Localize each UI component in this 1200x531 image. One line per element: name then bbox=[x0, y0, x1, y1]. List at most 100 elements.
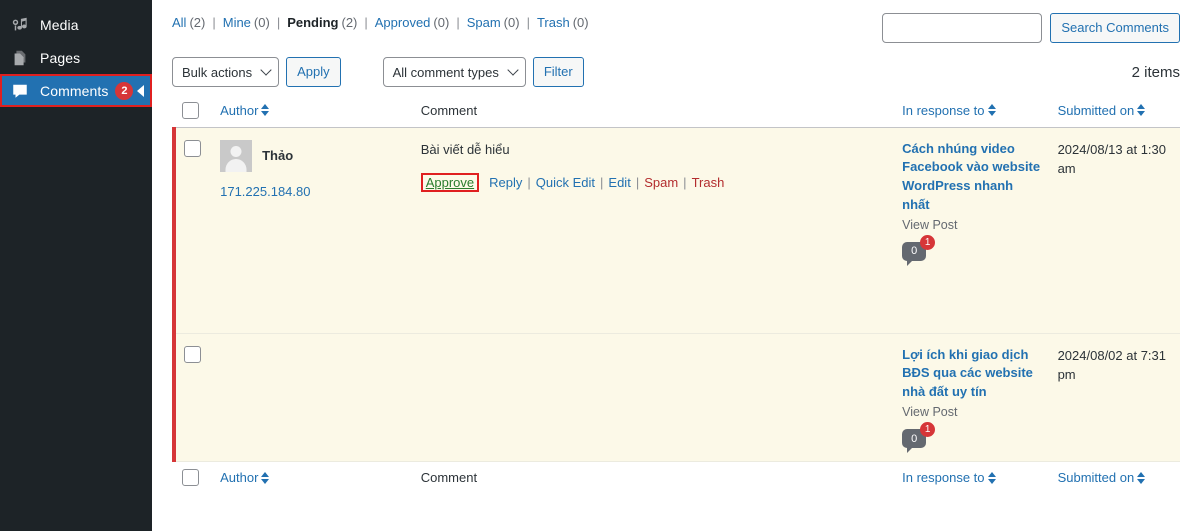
column-label-date: Submitted on bbox=[1057, 470, 1135, 486]
filter-link-trash[interactable]: Trash (0) bbox=[537, 13, 589, 33]
column-footer-date[interactable]: Submitted on bbox=[1049, 460, 1180, 494]
filter-link-all[interactable]: All (2) | bbox=[172, 13, 223, 33]
post-title-link[interactable]: Lợi ích khi giao dịch BĐS qua các websit… bbox=[902, 346, 1041, 403]
status-filter-links: All (2) | Mine (0) | Pending (2) | Appro… bbox=[172, 13, 589, 33]
spam-link[interactable]: Spam bbox=[644, 175, 678, 190]
table-row: Thảo 171.225.184.80 Bài viết dễ hiểu App… bbox=[171, 127, 1180, 334]
avatar bbox=[220, 139, 253, 172]
sidebar-item-comments[interactable]: Comments 2 bbox=[0, 74, 152, 107]
row-select-cell bbox=[171, 127, 213, 334]
sort-indicator-icon bbox=[1137, 471, 1146, 484]
filter-separator: | bbox=[364, 15, 368, 30]
chevron-down-icon bbox=[507, 64, 519, 76]
media-icon bbox=[9, 15, 31, 35]
sort-author-footer[interactable]: Author bbox=[220, 470, 270, 485]
comment-types-label: All comment types bbox=[392, 64, 499, 80]
tablenav-actions: Bulk actions Apply All comment types Fil… bbox=[172, 57, 584, 87]
table-body: Thảo 171.225.184.80 Bài viết dễ hiểu App… bbox=[171, 127, 1180, 462]
filter-separator: | bbox=[526, 15, 530, 30]
collapse-arrow-icon[interactable] bbox=[137, 84, 144, 97]
column-footer-author[interactable]: Author bbox=[212, 460, 413, 494]
sort-date-footer[interactable]: Submitted on bbox=[1058, 470, 1146, 485]
quick-edit-link[interactable]: Quick Edit bbox=[536, 175, 595, 190]
filter-link-trash-label[interactable]: Trash bbox=[537, 13, 570, 33]
column-header-response[interactable]: In response to bbox=[894, 94, 1050, 128]
select-all-checkbox[interactable] bbox=[182, 101, 199, 119]
filter-button[interactable]: Filter bbox=[532, 57, 584, 87]
select-all-checkbox-footer[interactable] bbox=[182, 469, 199, 487]
submitted-date: 2024/08/13 at 1:30 am bbox=[1057, 141, 1167, 177]
pending-count-badge: 1 bbox=[920, 234, 936, 250]
reply-link[interactable]: Reply bbox=[489, 175, 522, 190]
pages-icon bbox=[9, 48, 31, 68]
apply-button[interactable]: Apply bbox=[286, 57, 341, 87]
sort-author[interactable]: Author bbox=[220, 102, 270, 118]
comments-table: Author Comment In response to Submitted … bbox=[171, 94, 1180, 494]
sidebar-item-label: Pages bbox=[40, 49, 81, 66]
select-all-header bbox=[174, 94, 213, 128]
column-header-author[interactable]: Author bbox=[212, 94, 413, 128]
sidebar-item-label: Comments bbox=[40, 82, 109, 99]
filter-count-pending: (2) bbox=[341, 15, 358, 30]
filter-link-spam-label[interactable]: Spam bbox=[467, 13, 501, 33]
pending-count-badge: 1 bbox=[920, 422, 936, 438]
comment-text: Bài viết dễ hiểu bbox=[420, 141, 510, 157]
action-separator: | bbox=[527, 175, 531, 190]
filter-count-trash: (0) bbox=[572, 15, 589, 30]
column-label-date: Submitted on bbox=[1057, 102, 1135, 118]
post-comment-count[interactable]: 0 1 bbox=[902, 422, 936, 454]
column-label-author: Author bbox=[220, 102, 259, 118]
row-date-cell: 2024/08/13 at 1:30 am bbox=[1049, 127, 1180, 334]
post-comment-count[interactable]: 0 1 bbox=[902, 234, 936, 266]
filter-link-approved[interactable]: Approved (0) | bbox=[375, 13, 467, 33]
view-post-link[interactable]: View Post bbox=[902, 218, 1041, 232]
trash-link[interactable]: Trash bbox=[692, 175, 725, 190]
filter-count-spam: (0) bbox=[503, 15, 520, 30]
approve-link[interactable]: Approve bbox=[420, 173, 480, 192]
filter-link-mine-label[interactable]: Mine bbox=[223, 13, 251, 33]
search-comments-button[interactable]: Search Comments bbox=[1050, 13, 1180, 43]
submitted-date: 2024/08/02 at 7:31 pm bbox=[1057, 347, 1167, 383]
bulk-actions-label: Bulk actions bbox=[182, 64, 253, 80]
main-region: All (2) | Mine (0) | Pending (2) | Appro… bbox=[152, 0, 1200, 531]
view-post-link[interactable]: View Post bbox=[902, 405, 1041, 419]
filter-link-pending-label[interactable]: Pending bbox=[287, 13, 338, 33]
edit-link[interactable]: Edit bbox=[608, 175, 630, 190]
sort-date[interactable]: Submitted on bbox=[1058, 103, 1146, 118]
column-header-date[interactable]: Submitted on bbox=[1049, 94, 1180, 128]
sidebar-item-media[interactable]: Media bbox=[0, 8, 152, 41]
row-actions: Approve Reply | Quick Edit | Edit | Spam… bbox=[420, 173, 886, 192]
action-separator: | bbox=[683, 175, 687, 190]
top-row: All (2) | Mine (0) | Pending (2) | Appro… bbox=[172, 0, 1180, 43]
filter-link-all-label[interactable]: All bbox=[172, 13, 186, 33]
author-block: Thảo 171.225.184.80 bbox=[220, 139, 405, 199]
wordpress-admin-screen: Media Pages Comments 2 All (2) | Mine (0… bbox=[0, 0, 1200, 531]
row-author-cell bbox=[212, 333, 413, 462]
sort-indicator-icon bbox=[261, 104, 270, 117]
filter-link-approved-label[interactable]: Approved bbox=[375, 13, 431, 33]
column-footer-response[interactable]: In response to bbox=[894, 460, 1050, 494]
filter-link-spam[interactable]: Spam (0) | bbox=[467, 13, 537, 33]
column-label-response: In response to bbox=[902, 470, 985, 486]
sidebar-item-pages[interactable]: Pages bbox=[0, 41, 152, 74]
row-checkbox[interactable] bbox=[184, 139, 201, 157]
filter-link-mine[interactable]: Mine (0) | bbox=[223, 13, 287, 33]
action-separator: | bbox=[635, 175, 640, 190]
column-header-comment: Comment bbox=[412, 94, 895, 128]
sort-response[interactable]: In response to bbox=[902, 103, 996, 118]
row-checkbox[interactable] bbox=[184, 345, 201, 363]
displaying-num: 2 items bbox=[1131, 63, 1180, 81]
row-comment-cell: Bài viết dễ hiểu Approve Reply | Quick E… bbox=[412, 127, 895, 334]
filter-link-pending[interactable]: Pending (2) | bbox=[287, 13, 375, 33]
post-title-link[interactable]: Cách nhúng video Facebook vào website Wo… bbox=[902, 140, 1041, 215]
author-ip-link[interactable]: 171.225.184.80 bbox=[220, 184, 405, 199]
comments-pending-badge: 2 bbox=[115, 81, 134, 100]
search-input[interactable] bbox=[882, 13, 1043, 43]
comment-types-select[interactable]: All comment types bbox=[382, 57, 526, 87]
comments-page: All (2) | Mine (0) | Pending (2) | Appro… bbox=[152, 0, 1200, 531]
filter-count-approved: (0) bbox=[433, 15, 450, 30]
sort-response-footer[interactable]: In response to bbox=[902, 470, 996, 486]
sort-indicator-icon bbox=[987, 471, 996, 484]
filter-separator: | bbox=[212, 15, 216, 30]
bulk-actions-select[interactable]: Bulk actions bbox=[172, 57, 280, 87]
